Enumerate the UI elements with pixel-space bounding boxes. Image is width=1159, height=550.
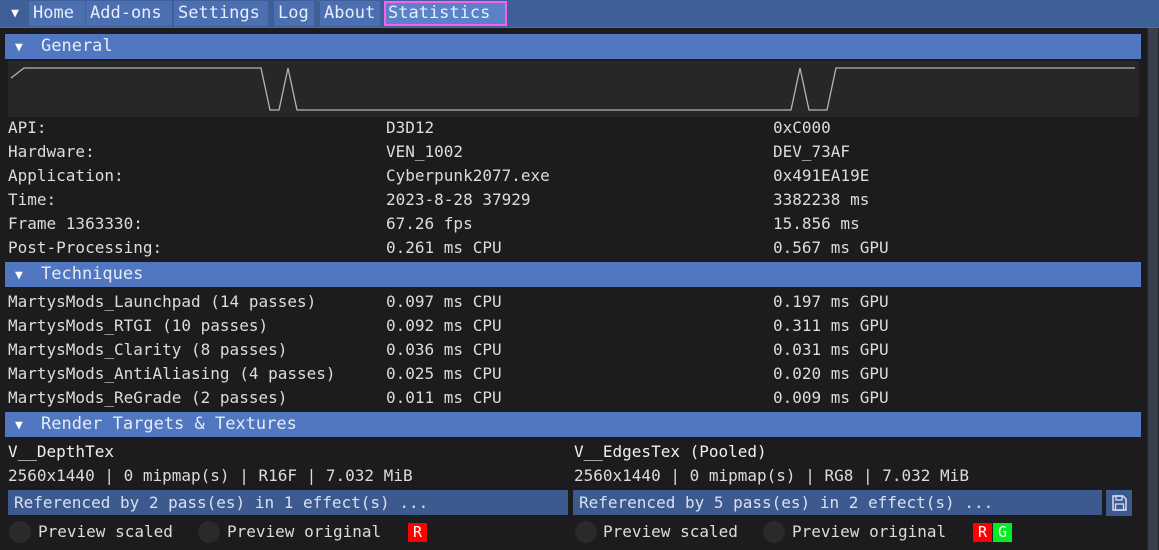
technique-name: MartysMods_RTGI (10 passes) [8,316,269,335]
channel-r-toggle[interactable]: R [408,523,427,542]
menu-toggle-icon[interactable]: ▼ [5,4,25,24]
floppy-disk-icon [1112,495,1127,511]
tab-bar: ▼ Home Add-ons Settings Log About Statis… [0,0,1159,28]
technique-cpu: 0.011 ms CPU [386,388,502,407]
technique-cpu: 0.025 ms CPU [386,364,502,383]
frametime-line [10,67,1135,111]
texture-name: V__DepthTex [8,442,114,461]
general-extra: DEV_73AF [773,142,851,161]
technique-cpu: 0.097 ms CPU [386,292,502,311]
tab-log[interactable]: Log [274,1,314,26]
techniques-header[interactable]: ▼ Techniques [5,262,1141,287]
render-targets-title: Render Targets & Textures [41,414,297,434]
channel-g-toggle[interactable]: G [993,523,1012,542]
statistics-panel: ▼ General API: D3D12 0xC000 Hardware: VEN… [5,34,1141,550]
preview-scaled-radio[interactable] [9,521,31,543]
scrollbar[interactable] [1147,28,1159,550]
general-header[interactable]: ▼ General [5,34,1141,59]
technique-gpu: 0.311 ms GPU [773,316,889,335]
texture-name: V__EdgesTex (Pooled) [574,442,767,461]
general-label: Frame 1363330: [8,214,143,233]
technique-cpu: 0.092 ms CPU [386,316,502,335]
technique-cpu: 0.036 ms CPU [386,340,502,359]
tab-settings[interactable]: Settings [174,1,268,26]
preview-scaled-label: Preview scaled [38,522,173,541]
general-extra: 0x491EA19E [773,166,870,185]
render-targets-header[interactable]: ▼ Render Targets & Textures [5,412,1141,437]
technique-name: MartysMods_Launchpad (14 passes) [8,292,317,311]
general-label: API: [8,118,47,137]
texture-references-button[interactable]: Referenced by 5 pass(es) in 2 effect(s) … [573,490,1102,515]
tab-about[interactable]: About [320,1,380,26]
collapse-arrow-icon: ▼ [15,40,23,55]
general-label: Hardware: [8,142,95,161]
general-value: Cyberpunk2077.exe [386,166,550,185]
channel-r-toggle[interactable]: R [973,523,992,542]
texture-references-button[interactable]: Referenced by 2 pass(es) in 1 effect(s) … [8,490,568,515]
technique-name: MartysMods_ReGrade (2 passes) [8,388,288,407]
texture-info: 2560x1440 | 0 mipmap(s) | RG8 | 7.032 Mi… [574,466,969,485]
frametime-graph-svg [10,67,1135,111]
technique-name: MartysMods_Clarity (8 passes) [8,340,288,359]
general-extra: 3382238 ms [773,190,870,209]
general-label: Time: [8,190,57,209]
preview-original-radio[interactable] [763,521,785,543]
general-value: 67.26 fps [386,214,473,233]
general-value: 2023-8-28 37929 [386,190,531,209]
tab-statistics[interactable]: Statistics [384,1,507,26]
save-texture-button[interactable] [1106,490,1132,516]
scrollbar-thumb[interactable] [1148,28,1158,550]
preview-original-label: Preview original [227,522,382,541]
technique-name: MartysMods_AntiAliasing (4 passes) [8,364,336,383]
collapse-arrow-icon: ▼ [15,418,23,433]
preview-scaled-radio[interactable] [575,521,597,543]
tab-add-ons[interactable]: Add-ons [86,1,172,26]
preview-scaled-label: Preview scaled [603,522,738,541]
general-label: Application: [8,166,124,185]
general-extra: 0.567 ms GPU [773,238,889,257]
general-value: 0.261 ms CPU [386,238,502,257]
texture-info: 2560x1440 | 0 mipmap(s) | R16F | 7.032 M… [8,466,413,485]
collapse-arrow-icon: ▼ [15,268,23,283]
technique-gpu: 0.031 ms GPU [773,340,889,359]
general-value: VEN_1002 [386,142,464,161]
preview-original-label: Preview original [792,522,947,541]
frametime-graph [8,61,1139,117]
technique-gpu: 0.197 ms GPU [773,292,889,311]
general-value: D3D12 [386,118,435,137]
general-label: Post-Processing: [8,238,163,257]
general-extra: 15.856 ms [773,214,860,233]
general-extra: 0xC000 [773,118,831,137]
techniques-title: Techniques [41,264,144,284]
preview-original-radio[interactable] [198,521,220,543]
tab-home[interactable]: Home [29,1,85,26]
technique-gpu: 0.009 ms GPU [773,388,889,407]
general-title: General [41,36,113,56]
technique-gpu: 0.020 ms GPU [773,364,889,383]
